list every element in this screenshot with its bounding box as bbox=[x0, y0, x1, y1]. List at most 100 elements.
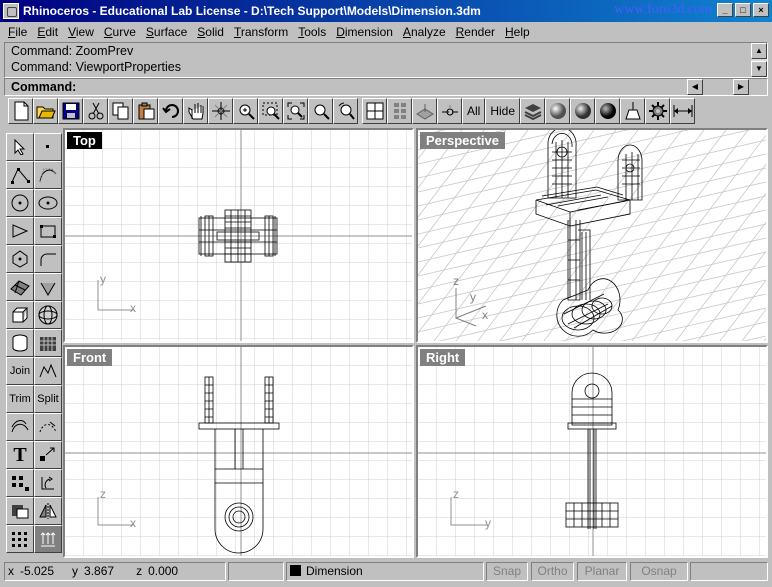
ellipse-icon[interactable] bbox=[34, 189, 62, 217]
cut-icon[interactable] bbox=[83, 98, 108, 124]
close-button[interactable]: × bbox=[753, 3, 769, 17]
dimension-icon[interactable] bbox=[670, 98, 696, 124]
text-button[interactable]: T bbox=[6, 441, 34, 469]
light-icon[interactable] bbox=[620, 98, 646, 124]
rotate-view-icon[interactable] bbox=[208, 98, 233, 124]
arc-icon[interactable] bbox=[6, 217, 34, 245]
save-icon[interactable] bbox=[58, 98, 83, 124]
perspective-view-canvas[interactable] bbox=[418, 130, 766, 341]
rotate-icon[interactable] bbox=[34, 469, 62, 497]
sphere-icon[interactable] bbox=[34, 301, 62, 329]
menu-render[interactable]: Render bbox=[451, 25, 500, 39]
menu-solid[interactable]: Solid bbox=[192, 25, 229, 39]
mesh-icon[interactable] bbox=[34, 329, 62, 357]
cylinder-icon[interactable] bbox=[6, 329, 34, 357]
viewport-right[interactable]: Right z y bbox=[416, 345, 768, 558]
front-view-canvas[interactable] bbox=[65, 347, 412, 556]
hide-button[interactable]: Hide bbox=[485, 98, 521, 124]
cplane-icon[interactable] bbox=[437, 98, 462, 124]
move-icon[interactable] bbox=[6, 497, 34, 525]
render-preview-icon[interactable] bbox=[595, 98, 621, 124]
viewport-label-front[interactable]: Front bbox=[67, 349, 113, 366]
polygon-icon[interactable] bbox=[6, 245, 34, 273]
zoom-extents-icon[interactable] bbox=[283, 98, 308, 124]
mirror-icon[interactable] bbox=[34, 497, 62, 525]
viewport-top[interactable]: Top y x bbox=[63, 128, 414, 343]
top-view-canvas[interactable] bbox=[65, 130, 412, 341]
blend-icon[interactable] bbox=[34, 413, 62, 441]
pan-icon[interactable] bbox=[183, 98, 208, 124]
menu-surface[interactable]: Surface bbox=[141, 25, 192, 39]
scale-icon[interactable] bbox=[34, 441, 62, 469]
fillet-icon[interactable] bbox=[34, 245, 62, 273]
rectangle-icon[interactable] bbox=[34, 217, 62, 245]
snap-toggle[interactable]: Snap bbox=[486, 562, 528, 581]
right-view-canvas[interactable] bbox=[418, 347, 766, 556]
menu-transform[interactable]: Transform bbox=[229, 25, 293, 39]
circle-icon[interactable] bbox=[6, 189, 34, 217]
scroll-right-icon[interactable]: ▶ bbox=[733, 79, 749, 95]
planar-toggle[interactable]: Planar bbox=[577, 562, 627, 581]
menu-help[interactable]: Help bbox=[500, 25, 535, 39]
explode-icon[interactable] bbox=[34, 357, 62, 385]
zoom-window-icon[interactable] bbox=[258, 98, 283, 124]
osnap-toggle[interactable]: Osnap bbox=[630, 562, 688, 581]
menu-analyze[interactable]: Analyze bbox=[398, 25, 451, 39]
viewport-label-top[interactable]: Top bbox=[67, 132, 102, 149]
zoom-in-icon[interactable] bbox=[233, 98, 258, 124]
four-viewports-icon[interactable] bbox=[362, 98, 387, 124]
scroll-left-icon[interactable]: ◀ bbox=[687, 79, 703, 95]
history-scrollbar[interactable]: ▲ ▼ bbox=[751, 43, 767, 77]
viewport-label-perspective[interactable]: Perspective bbox=[420, 132, 505, 149]
trim-button[interactable]: Trim bbox=[6, 385, 34, 413]
zoom-selected-icon[interactable] bbox=[308, 98, 333, 124]
options-icon[interactable] bbox=[645, 98, 671, 124]
shade-icon[interactable] bbox=[545, 98, 571, 124]
status-empty-right bbox=[690, 562, 768, 581]
current-layer[interactable]: Dimension bbox=[286, 562, 484, 581]
command-history[interactable]: Command: ZoomPrev Command: ViewportPrope… bbox=[4, 42, 768, 78]
select-all-button[interactable]: All bbox=[462, 98, 486, 124]
viewport-label-right[interactable]: Right bbox=[420, 349, 466, 366]
copy-icon[interactable] bbox=[108, 98, 133, 124]
title-bar[interactable]: Rhinoceros - Educational Lab License - D… bbox=[0, 0, 772, 22]
project-icon[interactable] bbox=[34, 525, 62, 553]
undo-icon[interactable] bbox=[158, 98, 183, 124]
curve-icon[interactable] bbox=[34, 161, 62, 189]
select-arrow-icon[interactable] bbox=[6, 133, 34, 161]
command-line[interactable]: Command: ◀ ▶ bbox=[4, 78, 768, 96]
ortho-toggle[interactable]: Ortho bbox=[531, 562, 574, 581]
plane-icon[interactable] bbox=[412, 98, 437, 124]
scroll-up-icon[interactable]: ▲ bbox=[751, 43, 767, 59]
menu-tools[interactable]: Tools bbox=[293, 25, 331, 39]
viewport-perspective[interactable]: Perspective z y x bbox=[416, 128, 768, 343]
join-button[interactable]: Join bbox=[6, 357, 34, 385]
point-icon[interactable] bbox=[34, 133, 62, 161]
zoom-previous-icon[interactable] bbox=[333, 98, 358, 124]
minimize-button[interactable]: _ bbox=[717, 3, 733, 17]
point-grid-icon[interactable] bbox=[6, 525, 34, 553]
viewport-front[interactable]: Front z x bbox=[63, 345, 414, 558]
paste-icon[interactable] bbox=[133, 98, 158, 124]
layer-icon[interactable] bbox=[520, 98, 546, 124]
render-icon[interactable] bbox=[570, 98, 596, 124]
box-icon[interactable] bbox=[6, 301, 34, 329]
rhino-app-icon[interactable] bbox=[3, 3, 19, 19]
surface-icon[interactable] bbox=[6, 273, 34, 301]
open-icon[interactable] bbox=[33, 98, 58, 124]
sweep-icon[interactable] bbox=[34, 273, 62, 301]
split-button[interactable]: Split bbox=[34, 385, 62, 413]
offset-icon[interactable] bbox=[6, 413, 34, 441]
menu-dimension[interactable]: Dimension bbox=[331, 25, 398, 39]
array-icon[interactable] bbox=[6, 469, 34, 497]
menu-view[interactable]: View bbox=[63, 25, 99, 39]
menu-edit[interactable]: Edit bbox=[32, 25, 63, 39]
new-icon[interactable] bbox=[8, 98, 33, 124]
menu-curve[interactable]: Curve bbox=[99, 25, 141, 39]
maximize-button[interactable]: □ bbox=[735, 3, 751, 17]
command-hscrollbar[interactable]: ◀ ▶ bbox=[687, 79, 749, 95]
polyline-icon[interactable] bbox=[6, 161, 34, 189]
menu-file[interactable]: File bbox=[3, 25, 32, 39]
grid-icon[interactable] bbox=[387, 98, 412, 124]
scroll-down-icon[interactable]: ▼ bbox=[751, 61, 767, 77]
